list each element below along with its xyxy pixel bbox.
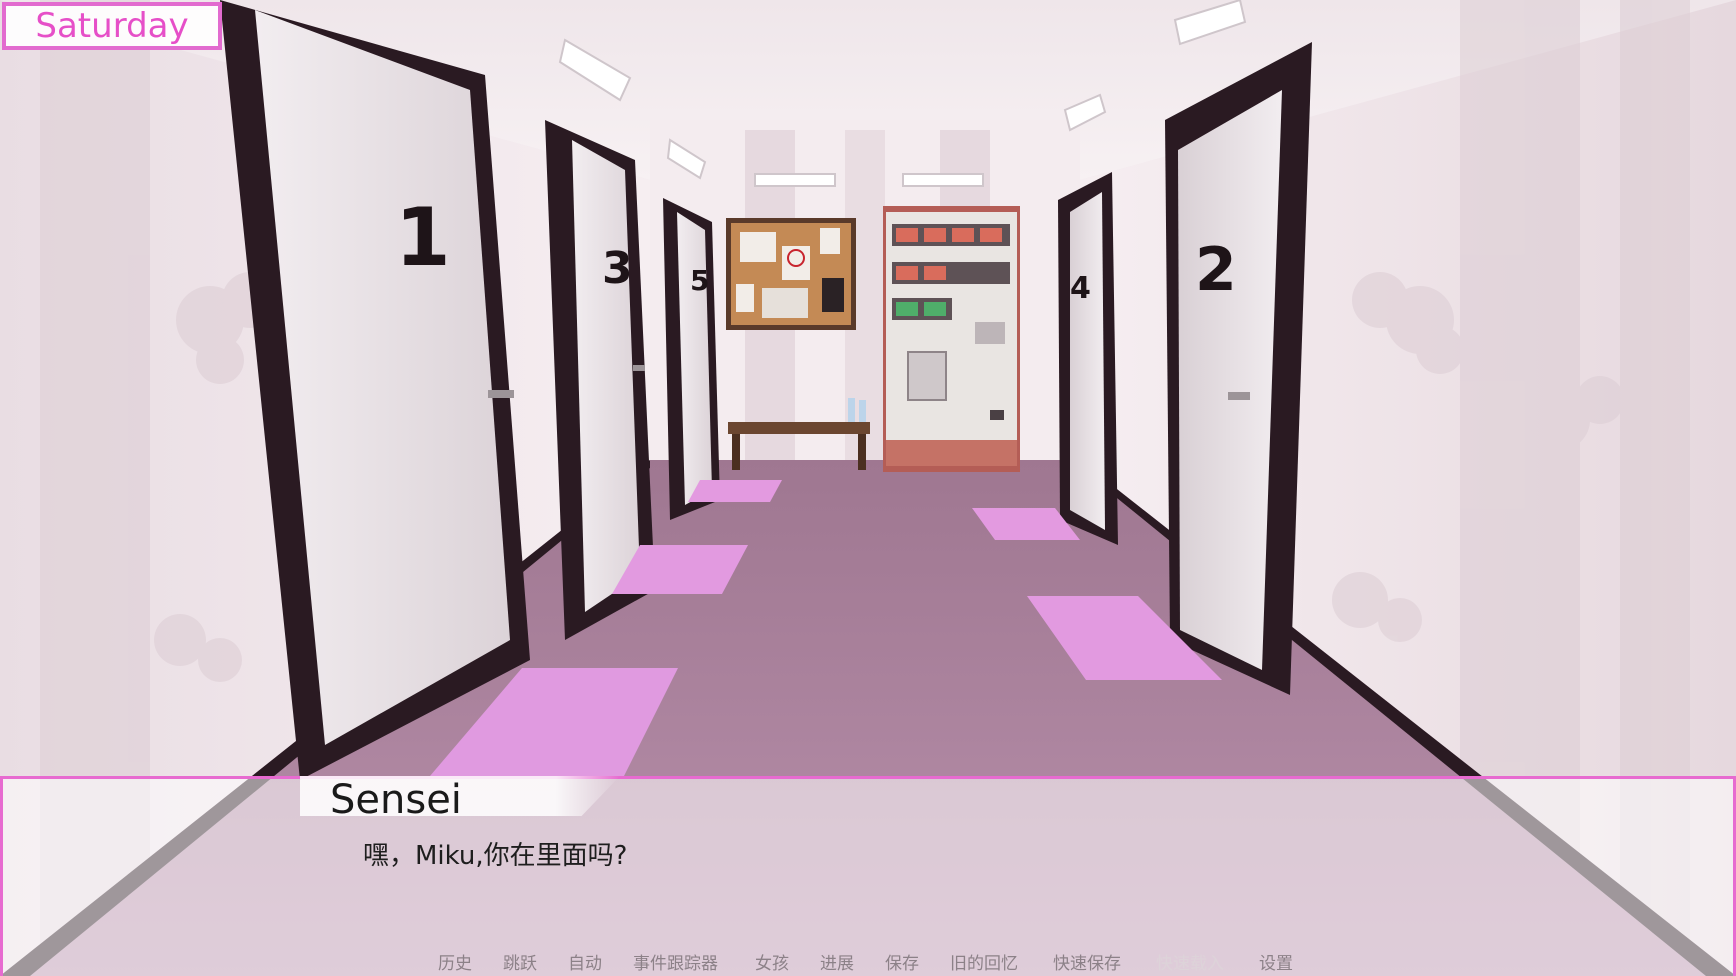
quick-menu-settings[interactable]: 设置 — [1259, 952, 1293, 976]
bulletin-board — [726, 218, 856, 330]
quick-menu-quick-save[interactable]: 快速保存 — [1053, 952, 1121, 976]
quick-menu-old-memories[interactable]: 旧的回忆 — [950, 952, 1018, 976]
quick-menu-quick-load[interactable]: 快速载入 — [1156, 952, 1224, 976]
door-number-4: 4 — [1070, 271, 1091, 306]
vending-machine — [883, 206, 1020, 472]
quick-menu-event-tracker[interactable]: 事件跟踪器 — [633, 952, 718, 976]
quick-menu-girls[interactable]: 女孩 — [755, 952, 789, 976]
quick-menu-save[interactable]: 保存 — [885, 952, 919, 976]
quick-menu-skip[interactable]: 跳跃 — [503, 952, 537, 976]
dialogue-text: 嘿，Miku,你在里面吗? — [363, 841, 628, 871]
door-number-1: 1 — [395, 191, 451, 284]
quick-menu-history[interactable]: 历史 — [438, 952, 472, 976]
quick-menu-auto[interactable]: 自动 — [568, 952, 602, 976]
quick-menu: 历史 跳跃 自动 事件跟踪器 女孩 进展 保存 旧的回忆 快速保存 快速载入 设… — [0, 952, 1736, 976]
door-number-3: 3 — [602, 243, 633, 294]
door-number-2: 2 — [1195, 235, 1237, 305]
speaker-name: Sensei — [330, 777, 462, 823]
dialogue-box[interactable] — [0, 776, 1736, 976]
door-number-5: 5 — [690, 264, 709, 297]
day-indicator: Saturday — [2, 2, 222, 50]
quick-menu-progress[interactable]: 进展 — [820, 952, 854, 976]
